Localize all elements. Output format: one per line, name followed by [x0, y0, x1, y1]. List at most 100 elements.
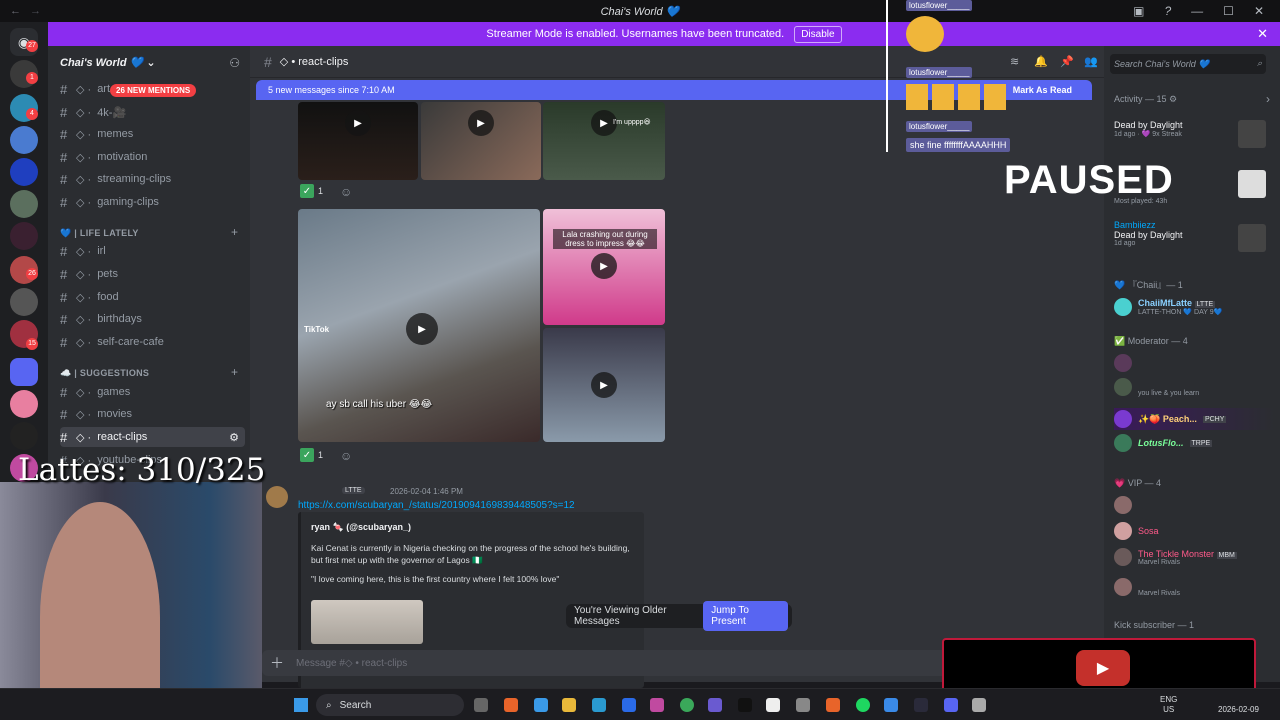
hash-icon: # — [60, 406, 68, 422]
app-icon[interactable] — [504, 698, 518, 712]
channel-streaming-clips[interactable]: # ◇ · streaming-clips — [60, 169, 245, 189]
channel-movies[interactable]: # ◇ · movies — [60, 404, 245, 424]
member-vip[interactable] — [1114, 494, 1274, 516]
close-banner-icon[interactable]: ✕ — [1257, 26, 1268, 42]
disable-button[interactable]: Disable — [794, 25, 842, 43]
reaction-checkmark[interactable]: ✓ 1 — [300, 448, 323, 462]
video-thumbnail[interactable]: ▶ — [543, 328, 665, 442]
app-icon[interactable] — [534, 698, 548, 712]
play-icon[interactable]: ▶ — [591, 253, 617, 279]
language-indicator[interactable]: ENG US — [1160, 695, 1177, 715]
member-sosa[interactable]: Sosa — [1114, 520, 1274, 542]
avatar[interactable] — [266, 486, 288, 508]
add-channel-icon[interactable]: + — [231, 365, 238, 379]
channel-gaming-clips[interactable]: # ◇ · gaming-clips — [60, 192, 245, 212]
spotify-icon[interactable] — [856, 698, 870, 712]
channel-memes[interactable]: # ◇ · memes — [60, 124, 245, 144]
windows-start-icon[interactable] — [294, 698, 308, 712]
video-thumbnail[interactable]: ▶ — [298, 102, 418, 180]
avatar — [1114, 496, 1132, 514]
add-channel-icon[interactable]: + — [231, 225, 238, 239]
channel-irl[interactable]: # ◇ · irl — [60, 241, 245, 261]
taskbar-search[interactable]: ⌕ Search — [316, 694, 464, 716]
jump-to-present-button[interactable]: Jump To Present — [703, 601, 788, 631]
member-moderator[interactable]: you live & you learn — [1114, 376, 1274, 398]
channel-pets[interactable]: # ◇ · pets — [60, 264, 245, 284]
embed-image[interactable] — [311, 600, 423, 644]
app-icon[interactable] — [914, 698, 928, 712]
member-moderator[interactable] — [1114, 352, 1274, 374]
video-thumbnail[interactable]: ▶ I'm upppp😆 — [543, 102, 665, 180]
server-icon[interactable] — [10, 288, 38, 316]
member-vip[interactable]: Marvel Rivals — [1114, 576, 1274, 598]
reaction-checkmark[interactable]: ✓ 1 — [300, 184, 323, 198]
maximize-button[interactable]: ☐ — [1223, 4, 1234, 18]
hash-icon: # — [60, 126, 68, 142]
message-link[interactable]: https://x.com/scubaryan_/status/20190941… — [298, 500, 575, 511]
app-icon[interactable] — [650, 698, 664, 712]
app-icon[interactable] — [826, 698, 840, 712]
category-suggestions[interactable]: ☁️ | SUGGESTIONS — [60, 368, 149, 379]
activity-header[interactable]: Activity — 15 ⚙ — [1114, 94, 1177, 105]
minimize-button[interactable]: — — [1191, 4, 1203, 18]
add-reaction-icon[interactable]: ☺ — [340, 185, 352, 199]
app-icon[interactable] — [884, 698, 898, 712]
server-icon[interactable] — [10, 190, 38, 218]
discord-icon[interactable] — [944, 698, 958, 712]
paused-overlay: PAUSED — [1004, 158, 1174, 202]
app-icon[interactable] — [708, 698, 722, 712]
channel-motivation[interactable]: # ◇ · motivation — [60, 147, 245, 167]
category-life-lately[interactable]: 💙 | LIFE LATELY — [60, 228, 139, 239]
tiktok-icon[interactable] — [738, 698, 752, 712]
channel-4k[interactable]: # ◇ · 4k-🎥 — [60, 102, 245, 122]
plus-icon[interactable]: ＋ — [270, 653, 284, 673]
close-button[interactable]: ✕ — [1254, 4, 1264, 18]
chevron-right-icon[interactable]: › — [1266, 92, 1270, 106]
server-icon[interactable] — [10, 158, 38, 186]
app-icon[interactable] — [622, 698, 636, 712]
channel-games[interactable]: # ◇ · games — [60, 382, 245, 402]
server-icon[interactable] — [10, 390, 38, 418]
edge-icon[interactable] — [592, 698, 606, 712]
play-icon[interactable]: ▶ — [591, 372, 617, 398]
help-icon[interactable]: ? — [1164, 4, 1171, 18]
channel-react-clips[interactable]: # ◇ · react-clips ⚙ — [60, 427, 245, 447]
search-input[interactable]: Search Chai's World 💙 ⌕ — [1110, 54, 1266, 74]
embed-author[interactable]: ryan 🍬 (@scubaryan_) — [311, 522, 411, 533]
member-lotusflower[interactable]: LotusFlo... TRPE — [1114, 432, 1274, 454]
channel-self-care-cafe[interactable]: # ◇ · self-care-cafe — [60, 332, 245, 352]
member-tickle-monster[interactable]: The Tickle Monster MBM Marvel Rivals — [1114, 546, 1274, 568]
taskbar: ⌕ Search ENG US 2026-02-09 — [0, 688, 1280, 720]
video-thumbnail[interactable]: Lala crashing out during dress to impres… — [543, 209, 665, 325]
back-arrow-icon[interactable]: ← — [10, 5, 21, 17]
video-caption: ay sb call his uber 😂😂 — [326, 399, 433, 410]
channel-birthdays[interactable]: # ◇ · birthdays — [60, 309, 245, 329]
taskview-icon[interactable] — [474, 698, 488, 712]
folder-icon[interactable] — [562, 698, 576, 712]
app-icon[interactable] — [796, 698, 810, 712]
play-icon[interactable]: ▶ — [345, 110, 371, 136]
member-peach[interactable]: ✨🍑 Peach... PCHY — [1114, 408, 1274, 430]
server-name[interactable]: Chai's World 💙 ⌄ — [60, 56, 156, 69]
play-icon[interactable]: ▶ — [406, 313, 438, 345]
video-thumbnail-main[interactable]: ▶ TikTok ay sb call his uber 😂😂 — [298, 209, 540, 442]
add-reaction-icon[interactable]: ☺ — [340, 449, 352, 463]
forward-arrow-icon[interactable]: → — [30, 5, 41, 17]
server-icon[interactable] — [10, 222, 38, 250]
new-mentions-pill[interactable]: 26 NEW MENTIONS — [110, 84, 197, 97]
play-icon[interactable]: ▶ — [468, 110, 494, 136]
server-icon[interactable] — [10, 422, 38, 450]
folder-icon[interactable] — [10, 358, 38, 386]
taskbar-date[interactable]: 2026-02-09 — [1218, 705, 1259, 714]
chat-divider — [886, 0, 888, 152]
add-member-icon[interactable]: ⚇ — [229, 56, 240, 70]
inbox-icon[interactable]: ▣ — [1133, 4, 1144, 18]
app-icon[interactable] — [766, 698, 780, 712]
channel-food[interactable]: # ◇ · food — [60, 287, 245, 307]
member-chaiimflatte[interactable]: ChaiiMfLatte LTTE LATTE-THON 💙 DAY 9💙 — [1114, 296, 1274, 318]
settings-icon[interactable]: ⚙ — [229, 431, 239, 444]
chrome-icon[interactable] — [680, 698, 694, 712]
app-icon[interactable] — [972, 698, 986, 712]
server-icon[interactable] — [10, 126, 38, 154]
video-thumbnail[interactable]: ▶ — [421, 102, 541, 180]
